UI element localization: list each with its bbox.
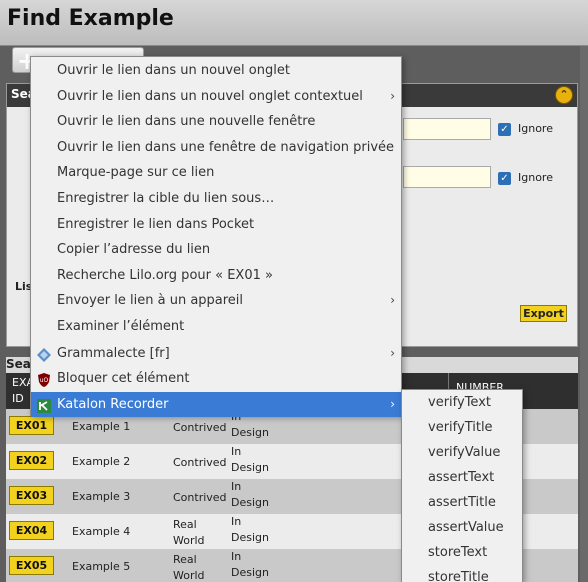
example-status: In Design — [231, 550, 269, 579]
ignore-label-1: Ignore — [518, 122, 553, 135]
katalon-submenu-item[interactable]: verifyValue — [402, 440, 522, 465]
context-menu-item[interactable]: Katalon Recorder › — [31, 391, 401, 417]
context-menu-item-label: Examiner l’élément — [57, 319, 185, 334]
katalon-submenu-item[interactable]: storeTitle — [402, 565, 522, 582]
example-status: In Design — [231, 445, 269, 474]
example-type: Real World — [173, 518, 205, 547]
context-menu-item[interactable]: Recherche Lilo.org pour « EX01 » — [31, 263, 401, 288]
context-menu-item-label: Katalon Recorder — [57, 396, 169, 412]
ignore-checkbox-2[interactable]: ✓ — [498, 172, 511, 185]
context-menu-item[interactable]: uO Bloquer cet élément — [31, 366, 401, 391]
example-id-link[interactable]: EX05 — [9, 556, 54, 575]
context-menu-item-label: Ouvrir le lien dans un nouvel onglet con… — [57, 88, 363, 104]
chevron-right-icon: › — [390, 396, 395, 411]
example-name: Example 3 — [72, 490, 131, 503]
example-type: Real World — [173, 553, 205, 582]
context-menu-item[interactable]: Ouvrir le lien dans un nouvel onglet — [31, 58, 401, 83]
context-menu-item[interactable]: Ouvrir le lien dans un nouvel onglet con… — [31, 84, 401, 109]
example-name: Example 4 — [72, 525, 131, 538]
katalon-submenu-item[interactable]: assertValue — [402, 515, 522, 540]
example-name: Example 2 — [72, 455, 131, 468]
example-status: In Design — [231, 515, 269, 544]
context-menu-item-label: Enregistrer le lien dans Pocket — [57, 216, 255, 232]
ignore-label-2: Ignore — [518, 171, 553, 184]
context-menu-item-label: Bloquer cet élément — [57, 371, 190, 387]
example-status: In Design — [231, 480, 269, 509]
context-menu: Ouvrir le lien dans un nouvel onglet Ouvr… — [30, 56, 402, 417]
collapse-icon[interactable]: ⌃ — [555, 86, 573, 104]
context-menu-item-label: Ouvrir le lien dans un nouvel onglet — [57, 63, 290, 78]
example-type: Contrived — [173, 491, 227, 504]
context-menu-item[interactable]: Copier l’adresse du lien — [31, 237, 401, 262]
katalon-submenu: verifyText verifyTitle verifyValue assertTe… — [401, 389, 523, 582]
context-menu-item-label: Marque-page sur ce lien — [57, 165, 215, 181]
katalon-submenu-item[interactable]: verifyTitle — [402, 415, 522, 440]
context-menu-item[interactable]: Examiner l’élément — [31, 314, 401, 339]
chevron-right-icon: › — [390, 293, 395, 308]
svg-text:uO: uO — [40, 377, 49, 384]
page-header: Find Example — [0, 0, 588, 46]
chevron-right-icon: › — [390, 345, 395, 360]
export-button[interactable]: Export — [520, 305, 567, 322]
example-id-link[interactable]: EX02 — [9, 451, 54, 470]
context-menu-item[interactable]: Enregistrer le lien dans Pocket — [31, 212, 401, 237]
example-id-link[interactable]: EX01 — [9, 416, 54, 435]
context-menu-item-label: Ouvrir le lien dans une nouvelle fenêtre — [57, 114, 316, 130]
page-scrollbar[interactable] — [580, 46, 588, 582]
ublock-icon: uO — [37, 371, 51, 388]
example-name: Example 5 — [72, 560, 131, 573]
katalon-submenu-item[interactable]: assertTitle — [402, 490, 522, 515]
context-menu-item[interactable]: Envoyer le lien à un appareil › — [31, 288, 401, 313]
context-menu-item-label: Grammalecte [fr] — [57, 345, 170, 361]
ignore-checkbox-1[interactable]: ✓ — [498, 123, 511, 136]
katalon-submenu-item[interactable]: storeText — [402, 540, 522, 565]
example-type: Contrived — [173, 421, 227, 434]
context-menu-item-label: Envoyer le lien à un appareil — [57, 293, 244, 309]
chevron-right-icon: › — [390, 88, 395, 103]
page-title: Find Example — [7, 6, 174, 31]
example-name: Example 1 — [72, 420, 131, 433]
context-menu-item[interactable]: Enregistrer la cible du lien sous… — [31, 186, 401, 211]
context-menu-item[interactable]: Ouvrir le lien dans une nouvelle fenêtre — [31, 109, 401, 134]
example-type: Contrived — [173, 456, 227, 469]
search-field-2[interactable] — [403, 166, 491, 188]
context-menu-item[interactable]: Grammalecte [fr] › — [31, 341, 401, 366]
grammalecte-icon — [37, 346, 51, 362]
example-id-link[interactable]: EX03 — [9, 486, 54, 505]
context-menu-item-label: Ouvrir le lien dans une fenêtre de navig… — [57, 139, 395, 155]
katalon-icon — [37, 397, 51, 413]
context-menu-item-label: Copier l’adresse du lien — [57, 242, 211, 258]
example-id-link[interactable]: EX04 — [9, 521, 54, 540]
context-menu-item-label: Enregistrer la cible du lien sous… — [57, 191, 275, 206]
context-menu-item[interactable]: Marque-page sur ce lien — [31, 160, 401, 185]
katalon-submenu-item[interactable]: verifyText — [402, 390, 522, 415]
context-menu-item[interactable]: Ouvrir le lien dans une fenêtre de navig… — [31, 135, 401, 160]
context-menu-item-label: Recherche Lilo.org pour « EX01 » — [57, 267, 273, 283]
katalon-submenu-item[interactable]: assertText — [402, 465, 522, 490]
search-field-1[interactable] — [403, 118, 491, 140]
